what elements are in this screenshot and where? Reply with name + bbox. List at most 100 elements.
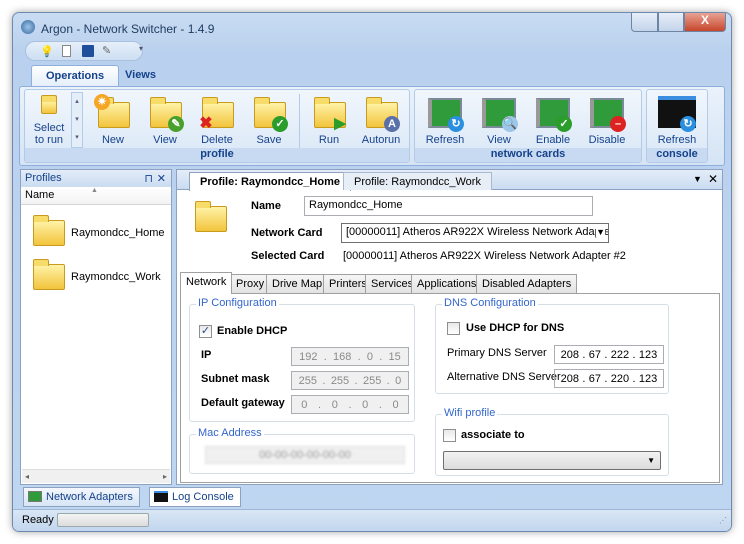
tab-disabled-adapters[interactable]: Disabled Adapters: [476, 274, 578, 293]
autorun-icon: A: [384, 116, 400, 132]
ribbon: Select to run ▴ ▾ ▾ ✷ New ✎ View ✖ Delete ✓ Sa…: [19, 86, 725, 166]
doc-tab-home[interactable]: Profile: Raymondcc_Home: [189, 172, 351, 191]
alternative-dns-label: Alternative DNS Server: [447, 371, 561, 383]
close-button[interactable]: X: [684, 13, 726, 32]
network-tab-page: IP Configuration ✓ Enable DHCP IP 192. 16…: [180, 293, 720, 483]
wifi-profile-group: Wifi profile associate to ▼: [435, 407, 669, 476]
star-icon: ✷: [94, 94, 110, 110]
play-icon: ▶: [334, 115, 346, 132]
group-network-cards: ↻ Refresh 🔍 View ✓ Enable – Disable network …: [414, 89, 642, 163]
new-file-icon[interactable]: [62, 45, 71, 57]
status-bar: Ready ⋰: [13, 509, 731, 531]
check-icon: ✓: [556, 116, 572, 132]
group-label-network-cards: network cards: [415, 148, 641, 162]
tab-list-dropdown-icon[interactable]: ▼: [693, 174, 702, 184]
document-area: Profile: Raymondcc_Home Profile: Raymond…: [176, 169, 723, 485]
tab-network-adapters[interactable]: Network Adapters: [23, 487, 140, 507]
ip-address-input[interactable]: 192. 168. 0. 15: [291, 347, 409, 366]
subnet-mask-input[interactable]: 255. 255. 255. 0: [291, 371, 409, 390]
tab-operations[interactable]: Operations: [31, 65, 120, 87]
use-dhcp-dns-label: Use DHCP for DNS: [466, 322, 565, 334]
profiles-panel-header: Profiles ⊓ ✕: [21, 170, 171, 187]
group-label-profile: profile: [25, 148, 409, 162]
check-icon: ✓: [272, 116, 288, 132]
folder-icon: [41, 95, 57, 114]
profile-folder-icon: [195, 201, 227, 232]
use-dhcp-dns-checkbox[interactable]: [447, 322, 460, 335]
default-gateway-input[interactable]: 0.0.0.0: [291, 395, 409, 414]
refresh-console-button[interactable]: ↻ Refresh: [651, 92, 703, 150]
status-progress-bar: [57, 513, 149, 527]
doc-tab-work[interactable]: Profile: Raymondcc_Work: [343, 172, 492, 190]
associate-to-checkbox[interactable]: [443, 429, 456, 442]
console-icon: [154, 491, 168, 502]
tab-views[interactable]: Views: [111, 65, 170, 87]
resize-grip-icon[interactable]: ⋰: [719, 516, 727, 525]
dns-configuration-group: DNS Configuration Use DHCP for DNS Prima…: [435, 297, 669, 394]
chevron-down-icon: ▼: [596, 227, 605, 237]
tab-log-console[interactable]: Log Console: [149, 487, 241, 507]
status-text: Ready: [22, 514, 54, 526]
disable-card-button[interactable]: – Disable: [581, 92, 633, 150]
group-console: ↻ Refresh console: [646, 89, 708, 163]
autorun-button[interactable]: A Autorun: [355, 92, 407, 150]
qat-customize-icon[interactable]: ▾: [139, 44, 143, 53]
ip-configuration-group: IP Configuration ✓ Enable DHCP IP 192. 16…: [189, 297, 415, 422]
app-icon: [21, 20, 35, 34]
quick-access-toolbar: 💡 ✎: [25, 41, 143, 61]
tab-proxy[interactable]: Proxy: [230, 274, 271, 293]
profile-list-item[interactable]: Raymondcc_Work: [29, 256, 169, 296]
stop-icon: –: [610, 116, 626, 132]
save-icon[interactable]: [82, 45, 94, 57]
default-gateway-label: Default gateway: [201, 397, 285, 409]
new-profile-button[interactable]: ✷ New: [87, 92, 139, 150]
ip-label: IP: [201, 349, 212, 361]
select-to-run-label: Select to run: [33, 122, 65, 146]
selected-card-value: [00000011] Atheros AR922X Wireless Netwo…: [343, 250, 626, 262]
minimize-button[interactable]: [631, 13, 658, 32]
delete-profile-button[interactable]: ✖ Delete: [191, 92, 243, 150]
gallery-scroll[interactable]: ▴ ▾ ▾: [71, 92, 83, 148]
separator: [299, 94, 300, 148]
lightbulb-icon[interactable]: 💡: [40, 45, 54, 58]
run-button[interactable]: ▶ Run: [303, 92, 355, 150]
group-label-console: console: [647, 148, 707, 162]
view-cards-button[interactable]: 🔍 View: [473, 92, 525, 150]
pin-icon[interactable]: ⊓: [144, 172, 153, 185]
mac-address-field: 00-00-00-00-00-00: [205, 446, 405, 464]
alternative-dns-input[interactable]: 208. 67. 220. 123: [554, 369, 664, 388]
settings-tabs: Network Proxy Drive Map Printers Service…: [180, 272, 720, 484]
maximize-button[interactable]: [658, 13, 684, 32]
app-window: Argon - Network Switcher - 1.4.9 X 💡 ✎ ▾…: [12, 12, 732, 532]
refresh-cards-button[interactable]: ↻ Refresh: [419, 92, 471, 150]
wifi-profile-select[interactable]: ▼: [443, 451, 661, 470]
tab-applications[interactable]: Applications: [411, 274, 483, 293]
tools-icon[interactable]: ✎: [102, 44, 111, 57]
pencil-icon: ✎: [168, 116, 184, 132]
mac-address-group: Mac Address 00-00-00-00-00-00: [189, 427, 415, 474]
tab-network[interactable]: Network: [180, 272, 233, 294]
view-profile-button[interactable]: ✎ View: [139, 92, 191, 150]
close-document-icon[interactable]: ✕: [708, 172, 718, 186]
enable-dhcp-checkbox[interactable]: ✓: [199, 325, 212, 338]
name-input[interactable]: Raymondcc_Home: [304, 196, 593, 216]
group-profile: Select to run ▴ ▾ ▾ ✷ New ✎ View ✖ Delete ✓ Sa…: [24, 89, 410, 163]
refresh-icon: ↻: [448, 116, 464, 132]
save-profile-button[interactable]: ✓ Save: [243, 92, 295, 150]
enable-dhcp-label: Enable DHCP: [217, 325, 288, 337]
refresh-icon: ↻: [680, 116, 696, 132]
horizontal-scrollbar[interactable]: ◂ ▸: [22, 469, 170, 483]
network-card-select[interactable]: [00000011] Atheros AR922X Wireless Netwo…: [341, 223, 609, 243]
network-card-icon: [28, 491, 42, 502]
close-panel-icon[interactable]: ✕: [157, 172, 166, 185]
window-title: Argon - Network Switcher - 1.4.9: [41, 22, 215, 36]
profiles-panel: Profiles ⊓ ✕ Name ▲ Raymondcc_Home Raymon…: [20, 169, 172, 485]
enable-card-button[interactable]: ✓ Enable: [527, 92, 579, 150]
subnet-mask-label: Subnet mask: [201, 373, 270, 385]
tab-drive-map[interactable]: Drive Map: [266, 274, 329, 293]
column-header-name[interactable]: Name ▲: [21, 187, 171, 205]
folder-icon: [33, 215, 65, 246]
primary-dns-input[interactable]: 208. 67. 222. 123: [554, 345, 664, 364]
profile-list-item[interactable]: Raymondcc_Home: [29, 212, 169, 252]
select-to-run-gallery[interactable]: Select to run: [29, 92, 69, 148]
